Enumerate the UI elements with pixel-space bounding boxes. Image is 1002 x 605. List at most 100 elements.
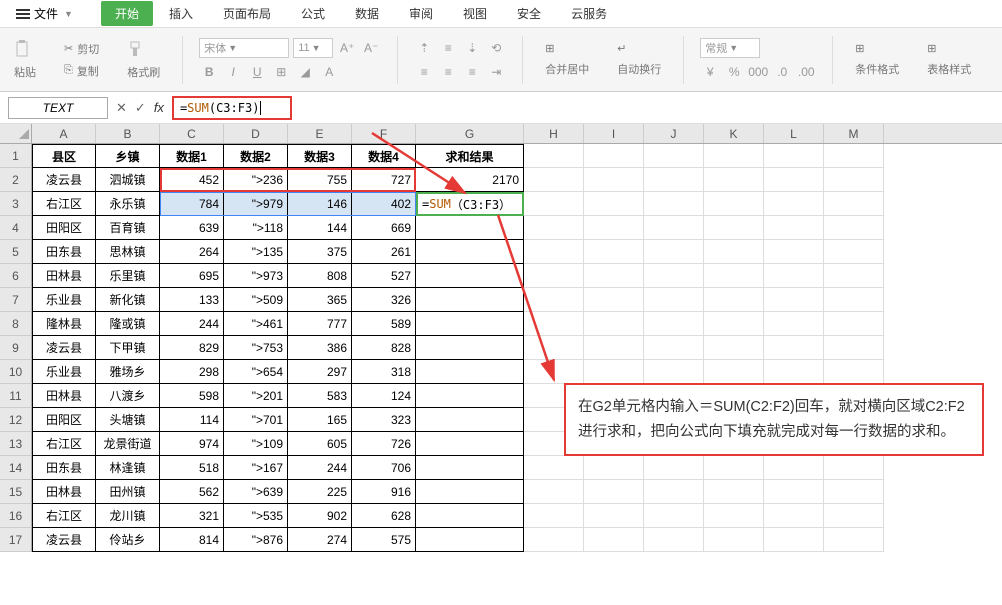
cell-J6[interactable] — [644, 264, 704, 288]
cell-J10[interactable] — [644, 360, 704, 384]
italic-icon[interactable]: I — [223, 62, 243, 82]
cell-C15[interactable]: 562 — [160, 480, 224, 504]
row-header-2[interactable]: 2 — [0, 168, 32, 192]
cell-M8[interactable] — [824, 312, 884, 336]
cell-G17[interactable] — [416, 528, 524, 552]
cell-L4[interactable] — [764, 216, 824, 240]
cell-L16[interactable] — [764, 504, 824, 528]
cell-K17[interactable] — [704, 528, 764, 552]
cell-B2[interactable]: 泗城镇 — [96, 168, 160, 192]
cell-J5[interactable] — [644, 240, 704, 264]
cell-M5[interactable] — [824, 240, 884, 264]
cell-I3[interactable] — [584, 192, 644, 216]
cell-M14[interactable] — [824, 456, 884, 480]
cell-A6[interactable]: 田林县 — [32, 264, 96, 288]
cell-B9[interactable]: 下甲镇 — [96, 336, 160, 360]
tab-cloud[interactable]: 云服务 — [557, 1, 621, 26]
cell-K8[interactable] — [704, 312, 764, 336]
row-header-15[interactable]: 15 — [0, 480, 32, 504]
cell-G12[interactable] — [416, 408, 524, 432]
cell-I1[interactable] — [584, 144, 644, 168]
copy-button[interactable]: ⎘ 复制 — [58, 61, 105, 81]
border-icon[interactable]: ⊞ — [271, 62, 291, 82]
tab-formula[interactable]: 公式 — [287, 1, 339, 26]
table-style-button[interactable]: ⊞ — [921, 40, 977, 57]
select-all-corner[interactable] — [0, 124, 32, 143]
cell-G15[interactable] — [416, 480, 524, 504]
cell-M6[interactable] — [824, 264, 884, 288]
cell-C10[interactable]: 298 — [160, 360, 224, 384]
cell-M9[interactable] — [824, 336, 884, 360]
cell-F11[interactable]: 124 — [352, 384, 416, 408]
cell-C8[interactable]: 244 — [160, 312, 224, 336]
cell-L5[interactable] — [764, 240, 824, 264]
col-header-M[interactable]: M — [824, 124, 884, 143]
cell-E1[interactable]: 数据3 — [288, 144, 352, 168]
cell-D6[interactable]: ">973 — [224, 264, 288, 288]
cell-E7[interactable]: 365 — [288, 288, 352, 312]
font-size-select[interactable]: 11▼ — [293, 38, 333, 58]
row-header-9[interactable]: 9 — [0, 336, 32, 360]
cell-E15[interactable]: 225 — [288, 480, 352, 504]
cell-K6[interactable] — [704, 264, 764, 288]
cell-M1[interactable] — [824, 144, 884, 168]
cell-D5[interactable]: ">135 — [224, 240, 288, 264]
cell-C14[interactable]: 518 — [160, 456, 224, 480]
align-bottom-icon[interactable]: ⇣ — [462, 38, 482, 58]
cell-E17[interactable]: 274 — [288, 528, 352, 552]
cell-J16[interactable] — [644, 504, 704, 528]
cell-M7[interactable] — [824, 288, 884, 312]
cell-K2[interactable] — [704, 168, 764, 192]
cell-H14[interactable] — [524, 456, 584, 480]
cell-G16[interactable] — [416, 504, 524, 528]
align-left-icon[interactable]: ≡ — [414, 62, 434, 82]
cell-C2[interactable]: 452 — [160, 168, 224, 192]
cell-M16[interactable] — [824, 504, 884, 528]
cell-J9[interactable] — [644, 336, 704, 360]
row-header-16[interactable]: 16 — [0, 504, 32, 528]
cell-D16[interactable]: ">535 — [224, 504, 288, 528]
col-header-B[interactable]: B — [96, 124, 160, 143]
row-header-1[interactable]: 1 — [0, 144, 32, 168]
cell-C7[interactable]: 133 — [160, 288, 224, 312]
cell-D12[interactable]: ">701 — [224, 408, 288, 432]
cell-F4[interactable]: 669 — [352, 216, 416, 240]
comma-icon[interactable]: 000 — [748, 62, 768, 82]
font-color-icon[interactable]: A — [319, 62, 339, 82]
cell-F5[interactable]: 261 — [352, 240, 416, 264]
cell-J8[interactable] — [644, 312, 704, 336]
cell-F14[interactable]: 706 — [352, 456, 416, 480]
cell-L14[interactable] — [764, 456, 824, 480]
cell-F13[interactable]: 726 — [352, 432, 416, 456]
cell-I8[interactable] — [584, 312, 644, 336]
cell-D3[interactable]: ">979 — [224, 192, 288, 216]
cell-A13[interactable]: 右江区 — [32, 432, 96, 456]
cell-E12[interactable]: 165 — [288, 408, 352, 432]
cell-C9[interactable]: 829 — [160, 336, 224, 360]
cell-A8[interactable]: 隆林县 — [32, 312, 96, 336]
tab-review[interactable]: 审阅 — [395, 1, 447, 26]
align-right-icon[interactable]: ≡ — [462, 62, 482, 82]
cell-K1[interactable] — [704, 144, 764, 168]
cell-F15[interactable]: 916 — [352, 480, 416, 504]
tab-view[interactable]: 视图 — [449, 1, 501, 26]
decrease-decimal-icon[interactable]: .00 — [796, 62, 816, 82]
cell-I4[interactable] — [584, 216, 644, 240]
cell-B6[interactable]: 乐里镇 — [96, 264, 160, 288]
cell-E11[interactable]: 583 — [288, 384, 352, 408]
cut-button[interactable]: ✂ 剪切 — [58, 39, 105, 59]
align-middle-icon[interactable]: ≡ — [438, 38, 458, 58]
cell-I14[interactable] — [584, 456, 644, 480]
cell-E2[interactable]: 755 — [288, 168, 352, 192]
cell-G14[interactable] — [416, 456, 524, 480]
cell-A4[interactable]: 田阳区 — [32, 216, 96, 240]
row-header-7[interactable]: 7 — [0, 288, 32, 312]
percent-icon[interactable]: % — [724, 62, 744, 82]
cell-E16[interactable]: 902 — [288, 504, 352, 528]
cell-F17[interactable]: 575 — [352, 528, 416, 552]
cell-F8[interactable]: 589 — [352, 312, 416, 336]
paste-button[interactable] — [8, 38, 42, 60]
cell-E4[interactable]: 144 — [288, 216, 352, 240]
cell-L17[interactable] — [764, 528, 824, 552]
cell-A15[interactable]: 田林县 — [32, 480, 96, 504]
